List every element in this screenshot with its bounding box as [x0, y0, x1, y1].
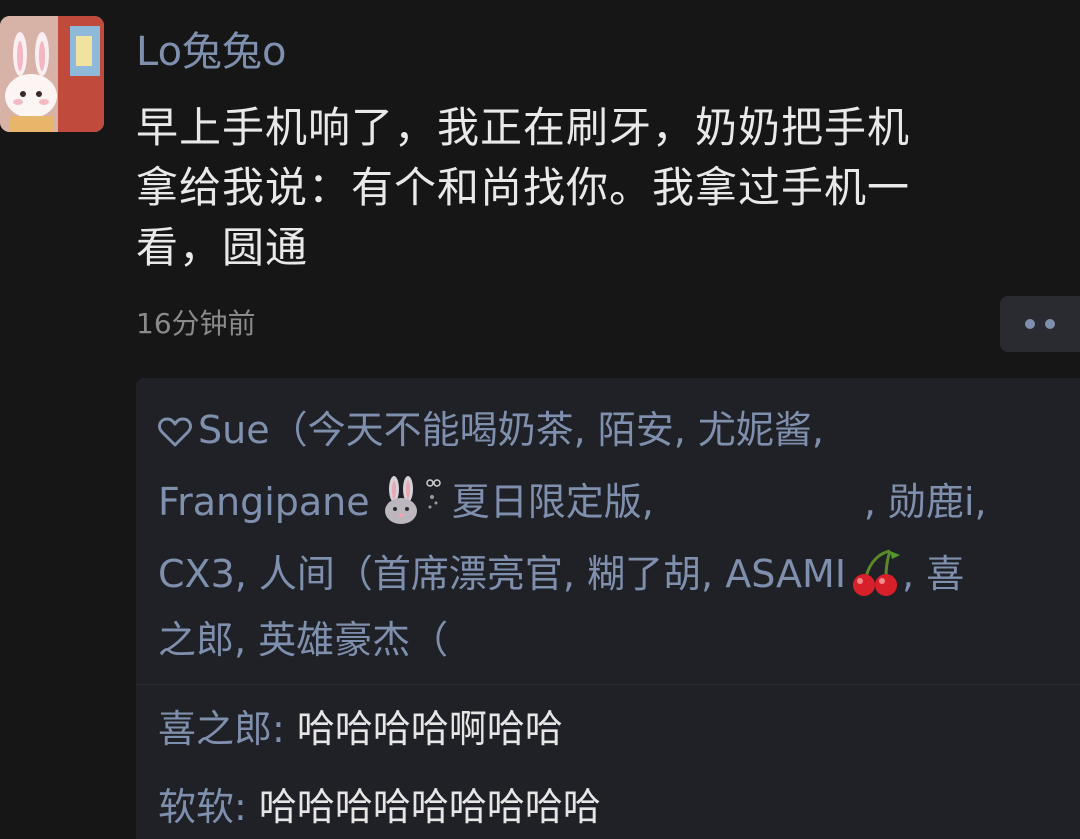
- liker-names[interactable]: Sue（今天不能喝奶茶, 陌安, 尤妮酱,: [198, 408, 824, 452]
- liker-names[interactable]: Frangipane: [158, 480, 370, 524]
- liker-names[interactable]: 之郎, 英雄豪杰（: [158, 618, 448, 662]
- post-timestamp: 16分钟前: [136, 307, 256, 340]
- likes-row: Sue（今天不能喝奶茶, 陌安, 尤妮酱,: [158, 396, 1058, 468]
- likes-list: Sue（今天不能喝奶茶, 陌安, 尤妮酱, Frangipane 夏日限定版, …: [158, 396, 1058, 678]
- liker-names[interactable]: , 喜: [902, 552, 964, 596]
- liker-names[interactable]: , 勋鹿i,: [864, 480, 987, 524]
- likes-row: Frangipane 夏日限定版, , 勋鹿i,: [158, 468, 1058, 540]
- moments-feed: Lo兔兔o 早上手机响了，我正在刷牙，奶奶把手机 拿给我说：有个和尚找你。我拿过…: [0, 0, 1080, 839]
- liker-names[interactable]: 夏日限定版,: [452, 480, 654, 524]
- post-content: 早上手机响了，我正在刷牙，奶奶把手机 拿给我说：有个和尚找你。我拿过手机一 看，…: [136, 98, 1056, 278]
- post-text-line: 看，圆通: [136, 223, 309, 272]
- comment-item[interactable]: 喜之郎: 哈哈哈哈啊哈哈: [158, 704, 563, 754]
- comment-body: 哈哈哈哈啊哈哈: [296, 707, 563, 751]
- post-text-line: 早上手机响了，我正在刷牙，奶奶把手机: [136, 103, 911, 152]
- likes-row: CX3, 人间（首席漂亮官, 糊了胡, ASAMI , 喜: [158, 540, 1058, 606]
- comment-body: 哈哈哈哈哈哈哈哈哈: [258, 785, 601, 829]
- more-dots-icon: [1045, 319, 1055, 329]
- post-text-line: 拿给我说：有个和尚找你。我拿过手机一: [136, 163, 911, 212]
- comment-item[interactable]: 软软: 哈哈哈哈哈哈哈哈哈: [158, 782, 601, 832]
- more-dots-icon: [1025, 319, 1035, 329]
- avatar[interactable]: [0, 16, 104, 132]
- comment-author[interactable]: 软软: [158, 785, 234, 829]
- divider: [136, 684, 1080, 685]
- heart-outline-icon: [158, 400, 192, 468]
- comment-author[interactable]: 喜之郎: [158, 707, 272, 751]
- comment-separator: :: [234, 785, 259, 829]
- comment-separator: :: [272, 707, 297, 751]
- likes-and-comments-panel: Sue（今天不能喝奶茶, 陌安, 尤妮酱, Frangipane 夏日限定版, …: [136, 378, 1080, 839]
- liker-names[interactable]: CX3, 人间（首席漂亮官, 糊了胡, ASAMI: [158, 552, 846, 596]
- post-author-name[interactable]: Lo兔兔o: [136, 26, 287, 78]
- cherry-emoji-icon: [846, 547, 902, 618]
- more-actions-button[interactable]: [1000, 296, 1080, 352]
- bunny-avatar-icon: [0, 16, 104, 132]
- likes-row: 之郎, 英雄豪杰（: [158, 606, 1058, 678]
- rabbit-emoji-icon: [382, 475, 452, 546]
